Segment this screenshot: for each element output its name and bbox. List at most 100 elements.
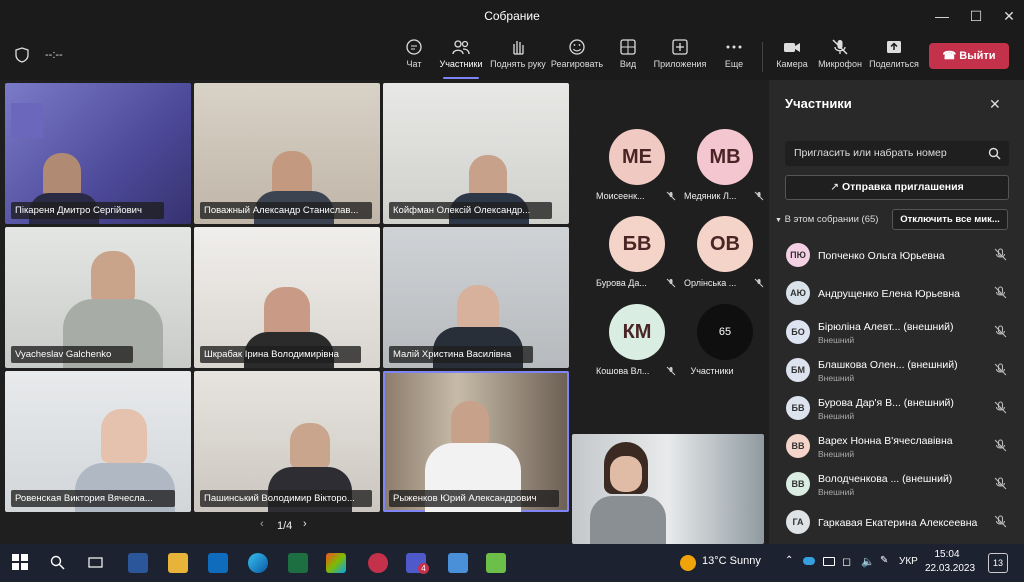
invite-input[interactable]: Пригласить или набрать номер — [785, 141, 1009, 166]
creative-cloud-icon[interactable] — [326, 553, 346, 573]
video-tile[interactable]: Шкрабак Ірина Володимирівна — [194, 227, 380, 368]
avatar: АЮ — [786, 281, 810, 305]
outlook-icon[interactable] — [208, 553, 228, 573]
participant-avatar-tile[interactable]: ОВ Орлінська ... — [684, 216, 766, 302]
participant-row[interactable]: АЮ Андрущенко Елена Юрьевна — [769, 275, 1024, 313]
participant-row[interactable]: ВВ Варех Нонна В'ячеславівна Внешний — [769, 428, 1024, 466]
self-video[interactable] — [572, 434, 764, 544]
notification-center-icon[interactable]: 13 — [988, 553, 1008, 573]
participants-label: Участники — [439, 59, 483, 69]
excel-icon[interactable] — [288, 553, 308, 573]
chat-icon — [406, 39, 422, 55]
participant-row[interactable]: БМ Блашкова Олен... (внешний) Внешний — [769, 352, 1024, 390]
teams-icon[interactable]: 4 — [406, 553, 429, 574]
leave-button[interactable]: ☎ Выйти — [929, 43, 1009, 69]
share-link-icon: ↗ — [830, 181, 840, 193]
window-title: Собрание — [484, 9, 540, 23]
video-tile[interactable]: Ровенская Виктория Вячесла... — [5, 371, 191, 512]
edge-icon[interactable] — [248, 553, 268, 573]
raise-hand-button[interactable]: Поднять руку — [489, 36, 547, 76]
avatar: ВВ — [786, 472, 810, 496]
in-meeting-section[interactable]: ▼ В этом собрании (65) — [775, 214, 878, 225]
chat-button[interactable]: Чат — [398, 36, 430, 76]
participant-row[interactable]: БВ Бурова Дар'я В... (внешний) Внешний — [769, 390, 1024, 428]
participant-name: Бірюліна Алевт... (внешний) — [818, 321, 954, 333]
video-tile[interactable]: Пікареня Дмитро Сергійович — [5, 83, 191, 224]
send-invite-button[interactable]: ↗ Отправка приглашения — [785, 175, 1009, 200]
share-label: Поделиться — [869, 59, 919, 69]
paint-icon[interactable] — [486, 553, 506, 573]
mic-off-icon — [832, 39, 848, 55]
video-tile-active-speaker[interactable]: Рыженков Юрий Александрович — [383, 371, 569, 512]
participant-video — [451, 401, 489, 447]
mic-muted-icon — [994, 286, 1007, 299]
raise-hand-label: Поднять руку — [490, 59, 546, 69]
participant-avatar-tile[interactable]: КМ Кошова Вл... — [596, 304, 678, 390]
share-button[interactable]: Поделиться — [869, 36, 919, 76]
more-button[interactable]: Еще — [720, 36, 748, 76]
participant-subtitle: Внешний — [818, 411, 855, 421]
camera-button[interactable]: Камера — [775, 36, 809, 76]
participant-row[interactable]: БО Бірюліна Алевт... (внешний) Внешний — [769, 314, 1024, 352]
view-button[interactable]: Вид — [614, 36, 642, 76]
participant-row[interactable]: ГА Гаркавая Екатерина Алексеевна — [769, 504, 1024, 542]
video-tile[interactable]: Койфман Олексій Олександр... — [383, 83, 569, 224]
participant-avatar-tile[interactable]: МЕ Моисеенк... — [596, 129, 678, 215]
wifi-icon[interactable]: ◻ — [842, 555, 851, 568]
pantone-card — [11, 103, 43, 138]
participant-row[interactable]: ПЮ Попченко Ольга Юрьевна — [769, 237, 1024, 275]
windows-start-icon[interactable] — [12, 554, 28, 570]
gallery-pager: ‹ 1/4 › — [255, 518, 315, 536]
windows-taskbar: 4 13°C Sunny ⌃ ◻ 🔈 ✎ УКР 15:04 22.03.202… — [0, 544, 1024, 582]
mic-muted-icon — [666, 366, 676, 376]
pen-icon[interactable]: ✎ — [880, 555, 888, 566]
volume-icon[interactable]: 🔈 — [861, 555, 875, 568]
participant-subtitle: Внешний — [818, 449, 855, 459]
react-button[interactable]: Реагировать — [550, 36, 604, 76]
participant-video — [290, 423, 330, 469]
weather-widget[interactable]: 13°C Sunny — [702, 555, 761, 567]
mic-muted-icon — [994, 363, 1007, 376]
video-tile[interactable]: Малій Христина Василівна — [383, 227, 569, 368]
video-tile[interactable]: Поважный Александр Станислав... — [194, 83, 380, 224]
apps-plus-icon — [672, 39, 688, 55]
close-icon[interactable]: ✕ — [989, 96, 1001, 113]
minimize-icon[interactable]: — — [927, 6, 957, 26]
apps-button[interactable]: Приложения — [652, 36, 708, 76]
app-icon[interactable] — [448, 553, 468, 573]
maximize-icon[interactable]: ☐ — [961, 6, 991, 26]
video-tile[interactable]: Пашинський Володимир Вікторо... — [194, 371, 380, 512]
more-participants-tile[interactable]: 65 Участники — [684, 304, 766, 390]
participant-name: Попченко Ольга Юрьевна — [818, 250, 945, 262]
file-explorer-icon[interactable] — [168, 553, 188, 573]
language-indicator[interactable]: УКР — [899, 556, 918, 567]
clock[interactable]: 15:04 22.03.2023 — [925, 548, 975, 576]
next-page-icon[interactable]: › — [303, 518, 307, 530]
chevron-up-icon[interactable]: ⌃ — [785, 555, 793, 566]
participant-name: Варех Нонна В'ячеславівна — [818, 435, 953, 447]
battery-icon[interactable] — [823, 557, 835, 566]
onedrive-icon[interactable] — [803, 557, 815, 565]
microphone-button[interactable]: Микрофон — [817, 36, 863, 76]
participant-avatar-tile[interactable]: БВ Бурова Да... — [596, 216, 678, 302]
participant-subtitle: Внешний — [818, 487, 855, 497]
participant-subtitle: Внешний — [818, 335, 855, 345]
participant-row[interactable]: ВВ Володченкова ... (внешний) Внешний — [769, 466, 1024, 504]
leave-label: Выйти — [959, 50, 996, 62]
task-view-icon[interactable] — [88, 555, 103, 570]
participant-body — [590, 496, 666, 544]
avatar-name: Кошова Вл... — [596, 366, 650, 376]
participants-panel: Участники ✕ Пригласить или набрать номер… — [769, 80, 1024, 544]
participant-avatar-tile[interactable]: МВ Медяник Л... — [684, 129, 766, 215]
prev-page-icon[interactable]: ‹ — [260, 518, 264, 530]
mute-all-button[interactable]: Отключить все мик... — [892, 209, 1008, 230]
camera-label: Камера — [776, 59, 808, 69]
app-icon[interactable] — [368, 553, 388, 573]
send-invite-label: Отправка приглашения — [842, 181, 964, 193]
search-icon[interactable] — [50, 555, 65, 570]
video-tile[interactable]: Vyacheslav Galchenko — [5, 227, 191, 368]
people-icon — [452, 40, 470, 55]
close-window-icon[interactable]: ✕ — [994, 6, 1024, 26]
word-icon[interactable] — [128, 553, 148, 573]
participants-button[interactable]: Участники — [437, 36, 485, 79]
